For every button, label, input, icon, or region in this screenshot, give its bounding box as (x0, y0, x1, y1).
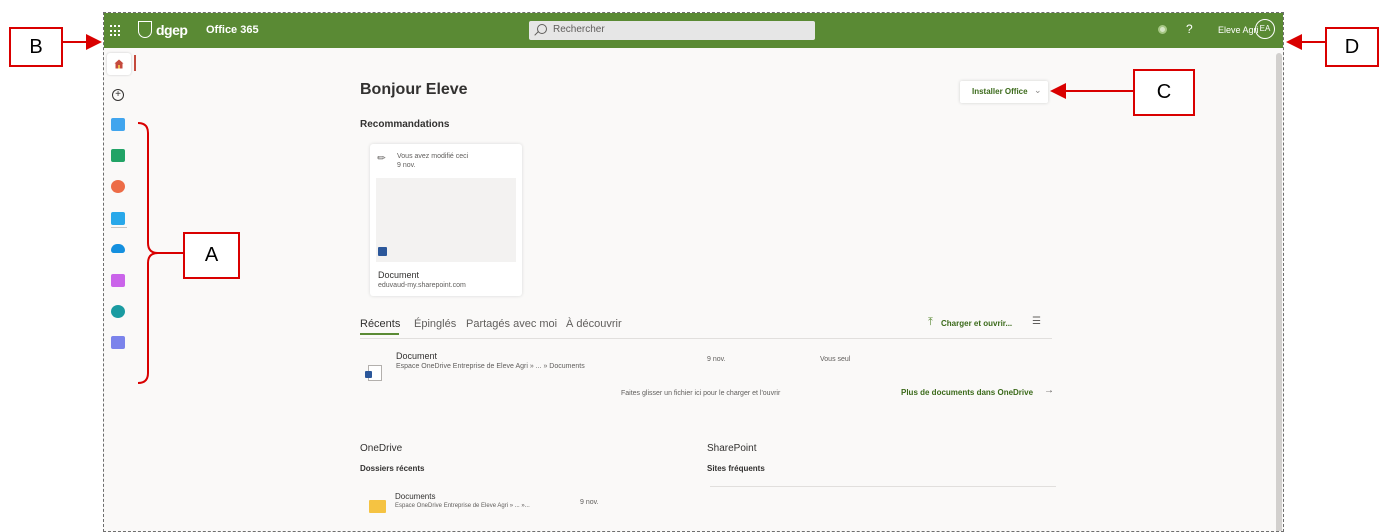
annotation-arrows (63, 34, 1325, 384)
bracket-a (137, 122, 159, 384)
